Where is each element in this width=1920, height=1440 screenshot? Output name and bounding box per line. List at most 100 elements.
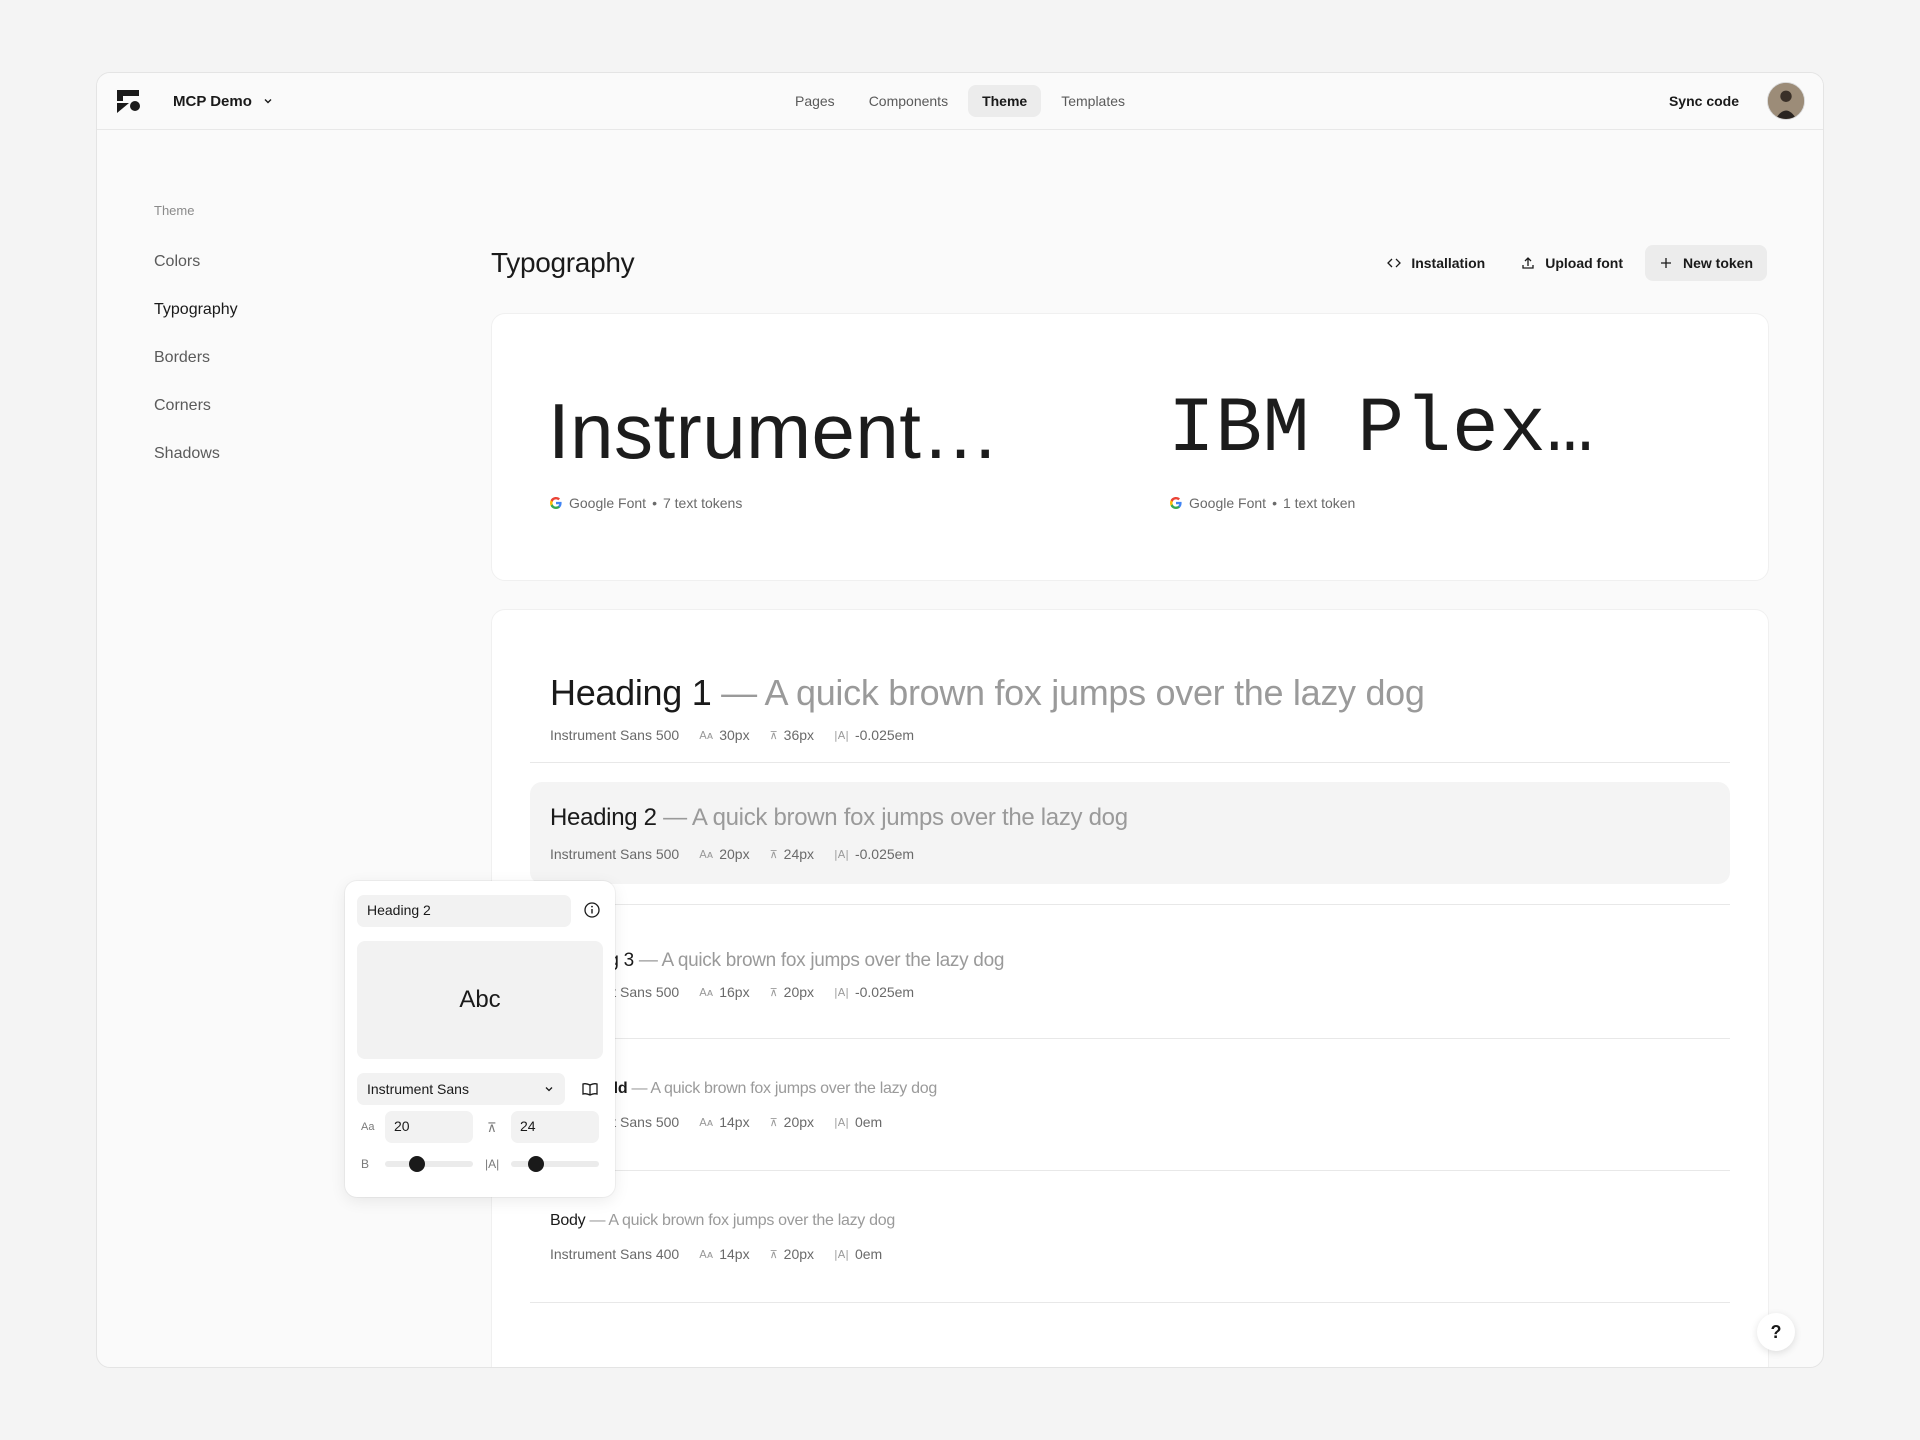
divider (530, 1302, 1730, 1303)
font-size-icon: Aᴀ (699, 985, 714, 999)
sidebar-item-shadows[interactable]: Shadows (154, 445, 220, 463)
token-sample: — A quick brown fox jumps over the lazy … (589, 1212, 895, 1229)
token-row-heading-1[interactable]: Heading 1 — A quick brown fox jumps over… (530, 652, 1730, 762)
token-title: Heading 2 — A quick brown fox jumps over… (550, 804, 1128, 832)
project-switcher[interactable]: MCP Demo (173, 89, 274, 113)
token-font: Instrument Sans 500 (550, 727, 680, 743)
token-tracking: -0.025em (854, 984, 915, 1000)
token-name: Body (550, 1212, 586, 1229)
token-sample: — A quick brown fox jumps over the lazy … (631, 1080, 937, 1097)
line-height-icon: ⊼ (769, 1247, 778, 1261)
font-size-icon: Aᴀ (699, 1247, 714, 1261)
upload-font-button[interactable]: Upload font (1507, 245, 1637, 281)
token-row-body[interactable]: Body — A quick brown fox jumps over the … (530, 1170, 1730, 1302)
line-height-icon: ⊼ (487, 1120, 497, 1135)
book-icon[interactable] (581, 1080, 599, 1098)
sidebar-item-borders[interactable]: Borders (154, 349, 210, 367)
token-size: 30px (719, 727, 750, 743)
token-title: Heading 1 — A quick brown fox jumps over… (550, 672, 1425, 714)
new-token-button[interactable]: New token (1644, 245, 1767, 281)
token-line-height: 20px (783, 1246, 815, 1262)
token-editor-popover: Heading 2 Abc Instrument Sans Aa 20 ⊼ 24… (345, 881, 615, 1197)
action-bar: Installation Upload font New token (1373, 245, 1767, 281)
letter-spacing-slider[interactable] (511, 1156, 599, 1172)
google-icon (550, 497, 562, 509)
token-title: Heading 3 — A quick brown fox jumps over… (550, 950, 1004, 972)
top-bar: MCP Demo Pages Components Theme Template… (97, 73, 1823, 130)
token-line-height: 24px (783, 846, 815, 862)
token-tracking: -0.025em (854, 727, 915, 743)
token-sample: — A quick brown fox jumps over the lazy … (721, 672, 1425, 713)
token-row-heading-3[interactable]: Heading 3 — A quick brown fox jumps over… (530, 904, 1730, 1038)
token-line-height: 36px (783, 727, 815, 743)
token-size: 16px (719, 984, 750, 1000)
project-name: MCP Demo (173, 92, 252, 110)
font-family-instrument[interactable]: Instrument… (548, 386, 1000, 477)
font-size-label: Aa (361, 1121, 375, 1133)
font-size-input[interactable]: 20 (385, 1111, 473, 1143)
letter-spacing-icon: |A| (834, 1115, 849, 1129)
font-size-icon: Aᴀ (699, 1115, 714, 1129)
code-icon (1387, 258, 1402, 268)
token-row-heading-2[interactable]: Heading 2 — A quick brown fox jumps over… (530, 782, 1730, 884)
line-height-icon: ⊼ (769, 1115, 778, 1129)
fonts-card: Instrument… IBM Plex… (491, 313, 1769, 581)
sidebar-item-typography[interactable]: Typography (154, 301, 238, 319)
font-size-icon: Aᴀ (699, 728, 714, 742)
tokens-card: Heading 1 — A quick brown fox jumps over… (491, 609, 1769, 1367)
font-family-select[interactable]: Instrument Sans (357, 1073, 565, 1105)
nav-theme[interactable]: Theme (968, 85, 1042, 117)
upload-font-label: Upload font (1545, 255, 1623, 271)
avatar-image (1768, 83, 1804, 119)
line-height-icon: ⊼ (769, 728, 778, 742)
token-tracking: 0em (854, 1114, 883, 1130)
font-token-count: 7 text tokens (662, 495, 743, 511)
token-size: 14px (719, 1114, 750, 1130)
token-row-body-bold[interactable]: Body Bold — A quick brown fox jumps over… (530, 1038, 1730, 1170)
page-title: Typography (491, 247, 635, 278)
line-height-icon: ⊼ (769, 847, 778, 861)
token-tracking: 0em (854, 1246, 883, 1262)
token-size: 20px (719, 846, 750, 862)
line-height-input[interactable]: 24 (511, 1111, 599, 1143)
token-line-height: 20px (783, 984, 815, 1000)
token-meta: Instrument Sans 500 Aᴀ 20px ⊼ 24px |A| -0.0… (550, 846, 914, 862)
weight-label: B (361, 1157, 370, 1171)
nav-components[interactable]: Components (855, 85, 962, 117)
divider (530, 762, 1730, 763)
app-window: MCP Demo Pages Components Theme Template… (96, 72, 1824, 1368)
font-family-value: Instrument Sans (367, 1081, 469, 1097)
info-icon[interactable] (583, 901, 601, 919)
letter-spacing-slider-thumb[interactable] (527, 1156, 544, 1172)
nav-templates[interactable]: Templates (1047, 85, 1139, 117)
bullet-separator: • (652, 495, 657, 511)
installation-button[interactable]: Installation (1373, 245, 1499, 281)
plus-icon (1660, 258, 1671, 268)
font-meta-instrument: Google Font • 7 text tokens (549, 495, 742, 511)
token-meta: Instrument Sans 400 Aᴀ 14px ⊼ 20px |A| 0em (550, 1246, 882, 1262)
token-font: Instrument Sans 500 (550, 846, 680, 862)
font-source: Google Font (1189, 495, 1267, 511)
nav-pages[interactable]: Pages (781, 85, 849, 117)
letter-spacing-icon: |A| (834, 1247, 849, 1261)
avatar[interactable] (1767, 82, 1805, 120)
help-button[interactable]: ? (1757, 1313, 1795, 1351)
token-font: Instrument Sans 400 (550, 1246, 680, 1262)
chevron-down-icon (264, 99, 272, 104)
token-size: 14px (719, 1246, 750, 1262)
sidebar-item-corners[interactable]: Corners (154, 397, 211, 415)
installation-label: Installation (1411, 255, 1486, 271)
font-meta-ibm-plex: Google Font • 1 text token (1169, 495, 1355, 511)
font-family-ibm-plex[interactable]: IBM Plex… (1168, 386, 1594, 474)
token-line-height: 20px (783, 1114, 815, 1130)
letter-spacing-icon: |A| (834, 847, 849, 861)
main-nav: Pages Components Theme Templates (781, 85, 1139, 117)
token-meta: Instrument Sans 500 Aᴀ 30px ⊼ 36px |A| -0.0… (550, 727, 914, 743)
token-name-input[interactable]: Heading 2 (357, 895, 571, 927)
logo-icon[interactable] (115, 87, 143, 115)
weight-slider[interactable] (385, 1156, 473, 1172)
sidebar-item-colors[interactable]: Colors (154, 253, 200, 271)
weight-slider-thumb[interactable] (408, 1156, 425, 1172)
letter-spacing-icon: |A| (834, 985, 849, 999)
sync-code-button[interactable]: Sync code (1669, 93, 1739, 109)
